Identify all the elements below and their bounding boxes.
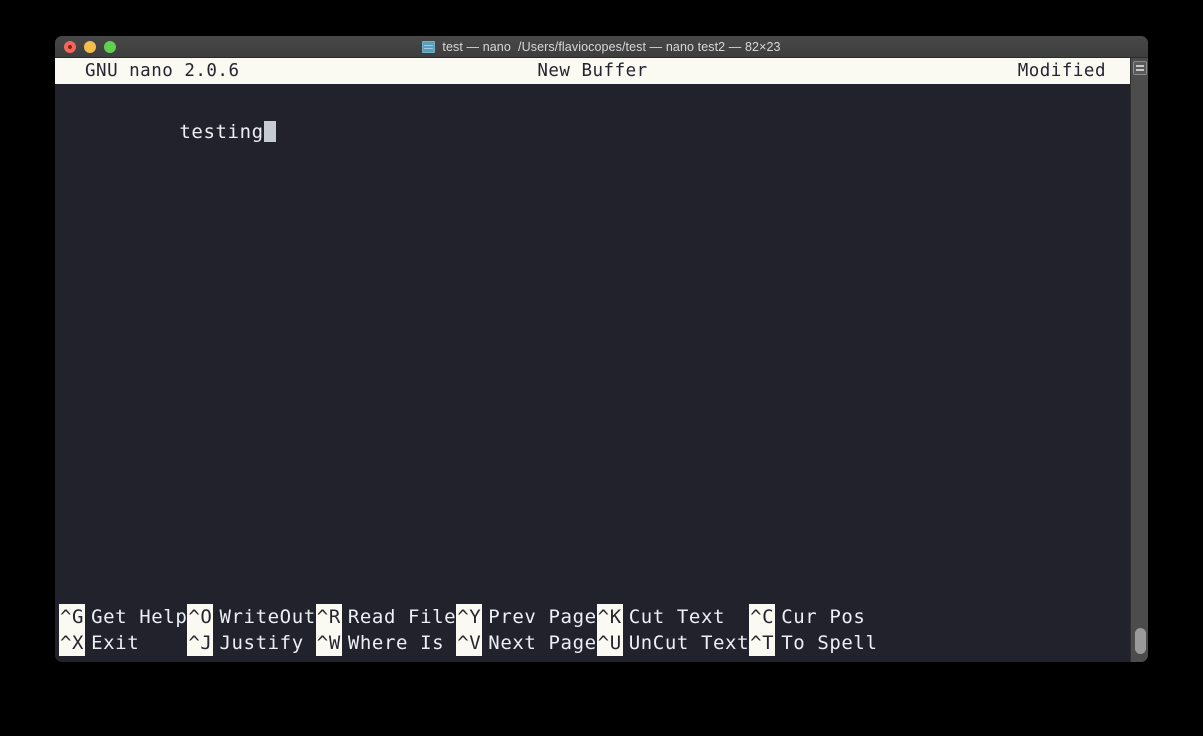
- text-cursor: [263, 121, 276, 142]
- shortcut-to-spell[interactable]: ^T To Spell: [749, 630, 877, 656]
- shortcut-label: To Spell: [781, 632, 878, 654]
- nano-version-label: GNU nano 2.0.6: [85, 61, 240, 81]
- shortcut-label: WriteOut: [219, 606, 316, 628]
- shortcut-label: Exit: [91, 632, 140, 654]
- shortcut-key: ^C: [749, 604, 776, 630]
- shortcut-label: Justify: [219, 632, 304, 654]
- minimize-button[interactable]: [84, 40, 96, 53]
- shortcut-key: ^X: [59, 630, 86, 656]
- terminal-scrollbar[interactable]: [1130, 58, 1148, 662]
- window-controls: [64, 40, 116, 53]
- shortcut-key: ^O: [187, 604, 214, 630]
- shortcut-label: Next Page: [488, 632, 597, 654]
- menu-line: [1136, 69, 1144, 71]
- shortcut-read-file[interactable]: ^R Read File: [315, 604, 457, 630]
- help-column-1: ^G Get Help ^X Exit: [59, 604, 187, 656]
- shortcut-prev-page[interactable]: ^Y Prev Page: [456, 604, 596, 630]
- zoom-button[interactable]: [104, 40, 116, 53]
- help-column-6: ^C Cur Pos ^T To Spell: [749, 604, 877, 656]
- shortcut-label: Prev Page: [488, 606, 597, 628]
- help-column-5: ^K Cut Text ^U UnCut Text: [596, 604, 750, 656]
- shortcut-key: ^T: [749, 630, 776, 656]
- help-column-2: ^O WriteOut ^J Justify: [187, 604, 315, 656]
- shortcut-label: Cur Pos: [781, 606, 866, 628]
- editor-line-1: testing: [179, 121, 264, 143]
- shortcut-key: ^K: [596, 604, 623, 630]
- shortcut-key: ^G: [59, 604, 86, 630]
- shortcut-where-is[interactable]: ^W Where Is: [315, 630, 456, 656]
- terminal-window: test — nano /Users/flaviocopes/test — na…: [55, 36, 1148, 662]
- shortcut-label: UnCut Text: [628, 632, 750, 654]
- shortcut-uncut-text[interactable]: ^U UnCut Text: [596, 630, 750, 656]
- nano-modified-flag: Modified: [1017, 61, 1106, 81]
- window-title-group: test — nano /Users/flaviocopes/test — na…: [55, 40, 1148, 54]
- shortcut-key: ^J: [187, 630, 214, 656]
- shortcut-label: Cut Text: [628, 606, 726, 628]
- menu-line: [1136, 65, 1144, 67]
- shortcut-cut-text[interactable]: ^K Cut Text: [596, 604, 749, 630]
- shortcut-key: ^U: [596, 630, 623, 656]
- shortcut-label: Get Help: [91, 606, 188, 628]
- shortcut-label: Where Is: [347, 632, 445, 654]
- desktop-background: test — nano /Users/flaviocopes/test — na…: [0, 0, 1203, 736]
- terminal-icon: [422, 40, 436, 53]
- nano-screen[interactable]: GNU nano 2.0.6 New Buffer Modified testi…: [55, 58, 1130, 662]
- help-column-3: ^R Read File ^W Where Is: [315, 604, 457, 656]
- shortcut-get-help[interactable]: ^G Get Help: [59, 604, 187, 630]
- shortcut-key: ^V: [456, 630, 483, 656]
- nano-editor-area[interactable]: testing: [55, 84, 1130, 582]
- shortcut-writeout[interactable]: ^O WriteOut: [187, 604, 315, 630]
- shortcut-key: ^R: [315, 604, 342, 630]
- close-icon: [68, 44, 72, 49]
- window-title: test — nano /Users/flaviocopes/test — na…: [442, 39, 781, 54]
- nano-status-bar: GNU nano 2.0.6 New Buffer Modified: [55, 58, 1130, 84]
- close-button[interactable]: [64, 40, 76, 53]
- shortcut-exit[interactable]: ^X Exit: [59, 630, 187, 656]
- window-titlebar[interactable]: test — nano /Users/flaviocopes/test — na…: [55, 36, 1148, 58]
- shortcut-key: ^Y: [456, 604, 483, 630]
- terminal-body: GNU nano 2.0.6 New Buffer Modified testi…: [55, 58, 1148, 662]
- shortcut-next-page[interactable]: ^V Next Page: [456, 630, 596, 656]
- shortcut-cur-pos[interactable]: ^C Cur Pos: [749, 604, 877, 630]
- nano-help-bar: ^G Get Help ^X Exit ^O WriteOut ^J Justi…: [55, 602, 1130, 662]
- help-column-4: ^Y Prev Page ^V Next Page: [456, 604, 596, 656]
- shortcut-label: Read File: [347, 606, 457, 628]
- scrollbar-menu-icon[interactable]: [1133, 61, 1147, 75]
- shortcut-key: ^W: [315, 630, 342, 656]
- shortcut-justify[interactable]: ^J Justify: [187, 630, 315, 656]
- scrollbar-thumb[interactable]: [1135, 628, 1146, 654]
